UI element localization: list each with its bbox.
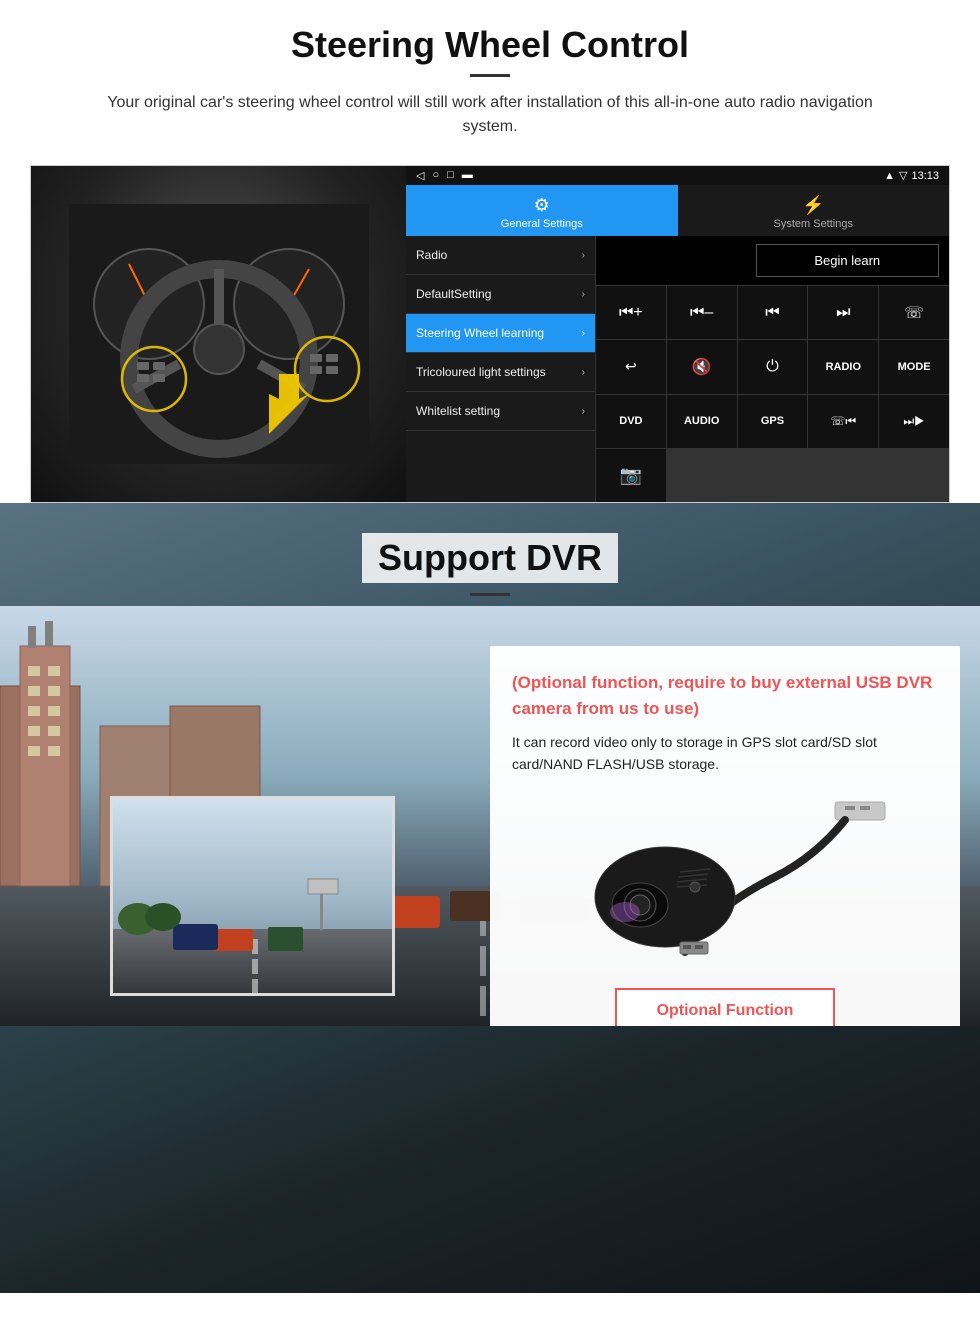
ctrl-extra[interactable]: 📷 xyxy=(596,449,666,502)
right-panel: Begin learn ⏮+ ⏮– ⏮ ⏭ ☏ ↩ 🔇 ⏻ R xyxy=(596,236,949,502)
optional-function-button[interactable]: Optional Function xyxy=(615,988,835,1026)
dvr-section: Support DVR xyxy=(0,503,980,1293)
chevron-icon: › xyxy=(582,367,585,378)
steering-photo xyxy=(31,166,406,502)
ctrl-mute[interactable]: 🔇 xyxy=(667,340,737,393)
settings-icon: ⚙ xyxy=(410,195,674,216)
tab-general-label: General Settings xyxy=(501,218,583,230)
begin-learn-row: Begin learn xyxy=(596,236,949,286)
steering-section: Steering Wheel Control Your original car… xyxy=(0,0,980,503)
chevron-icon: › xyxy=(582,328,585,339)
menu-radio[interactable]: Radio › xyxy=(406,236,595,275)
home-btn[interactable]: ○ xyxy=(432,169,439,182)
signal-icon: ▲ xyxy=(884,170,895,182)
tab-system-label: System Settings xyxy=(774,218,853,230)
android-tabs: ⚙ General Settings ⚡ System Settings xyxy=(406,185,949,236)
menu-tricoloured-label: Tricoloured light settings xyxy=(416,365,546,379)
chevron-icon: › xyxy=(582,250,585,261)
ctrl-gps[interactable]: GPS xyxy=(738,395,808,448)
dvr-optional-title: (Optional function, require to buy exter… xyxy=(512,670,938,721)
back-btn[interactable]: ◁ xyxy=(416,169,424,182)
steering-ui: ◁ ○ □ ▬ ▲ ▽ 13:13 ⚙ General Settings xyxy=(30,165,950,503)
dvr-title-divider xyxy=(470,593,510,596)
chevron-icon: › xyxy=(582,406,585,417)
road-scene: (Optional function, require to buy exter… xyxy=(0,606,980,1026)
ctrl-prev[interactable]: ⏮ xyxy=(738,286,808,339)
menu-default-setting[interactable]: DefaultSetting › xyxy=(406,275,595,314)
ctrl-phone-next[interactable]: ⏭▶ xyxy=(879,395,949,448)
system-icon: ⚡ xyxy=(682,195,946,216)
menu-list: Radio › DefaultSetting › Steering Wheel … xyxy=(406,236,596,502)
ctrl-phone-prev[interactable]: ☏⏮ xyxy=(808,395,878,448)
recent-btn[interactable]: □ xyxy=(447,169,454,182)
controls-grid: ⏮+ ⏮– ⏮ ⏭ ☏ ↩ 🔇 ⏻ RADIO MODE DVD AUDIO xyxy=(596,286,949,502)
dvr-title: Support DVR xyxy=(362,533,618,583)
android-panel: ◁ ○ □ ▬ ▲ ▽ 13:13 ⚙ General Settings xyxy=(406,166,949,502)
ctrl-power[interactable]: ⏻ xyxy=(738,340,808,393)
ctrl-vol-down[interactable]: ⏮– xyxy=(667,286,737,339)
android-content: Radio › DefaultSetting › Steering Wheel … xyxy=(406,236,949,502)
ctrl-dvd[interactable]: DVD xyxy=(596,395,666,448)
steering-header: Steering Wheel Control Your original car… xyxy=(0,0,980,147)
steering-title: Steering Wheel Control xyxy=(40,24,940,66)
steering-subtitle: Your original car's steering wheel contr… xyxy=(80,91,900,139)
dvr-camera-svg xyxy=(555,797,895,967)
road-thumbnail xyxy=(110,796,395,996)
menu-btn: ▬ xyxy=(462,169,473,182)
ctrl-phone[interactable]: ☏ xyxy=(879,286,949,339)
menu-steering-wheel[interactable]: Steering Wheel learning › xyxy=(406,314,595,353)
thumbnail-svg xyxy=(113,799,395,996)
steering-wheel-svg xyxy=(69,204,369,464)
ctrl-radio[interactable]: RADIO xyxy=(808,340,878,393)
ctrl-back[interactable]: ↩ xyxy=(596,340,666,393)
menu-steering-label: Steering Wheel learning xyxy=(416,326,544,340)
title-divider xyxy=(470,74,510,77)
menu-whitelist-label: Whitelist setting xyxy=(416,404,500,418)
menu-radio-label: Radio xyxy=(416,248,447,262)
time-display: 13:13 xyxy=(911,170,939,182)
tab-general-settings[interactable]: ⚙ General Settings xyxy=(406,185,678,236)
ctrl-vol-up[interactable]: ⏮+ xyxy=(596,286,666,339)
wifi-icon: ▽ xyxy=(899,169,907,182)
chevron-icon: › xyxy=(582,289,585,300)
ctrl-mode[interactable]: MODE xyxy=(879,340,949,393)
dvr-content: Support DVR xyxy=(0,503,980,1026)
menu-default-label: DefaultSetting xyxy=(416,287,491,301)
android-statusbar: ◁ ○ □ ▬ ▲ ▽ 13:13 xyxy=(406,166,949,185)
dvr-description: It can record video only to storage in G… xyxy=(512,731,938,776)
ctrl-audio[interactable]: AUDIO xyxy=(667,395,737,448)
tab-system-settings[interactable]: ⚡ System Settings xyxy=(678,185,950,236)
dvr-camera-area xyxy=(512,792,938,972)
dvr-info-box: (Optional function, require to buy exter… xyxy=(490,646,960,1026)
menu-tricoloured[interactable]: Tricoloured light settings › xyxy=(406,353,595,392)
ctrl-next[interactable]: ⏭ xyxy=(808,286,878,339)
menu-whitelist[interactable]: Whitelist setting › xyxy=(406,392,595,431)
begin-learn-button[interactable]: Begin learn xyxy=(756,244,940,277)
nav-buttons: ◁ ○ □ ▬ xyxy=(416,169,473,182)
dvr-header: Support DVR xyxy=(0,503,980,606)
